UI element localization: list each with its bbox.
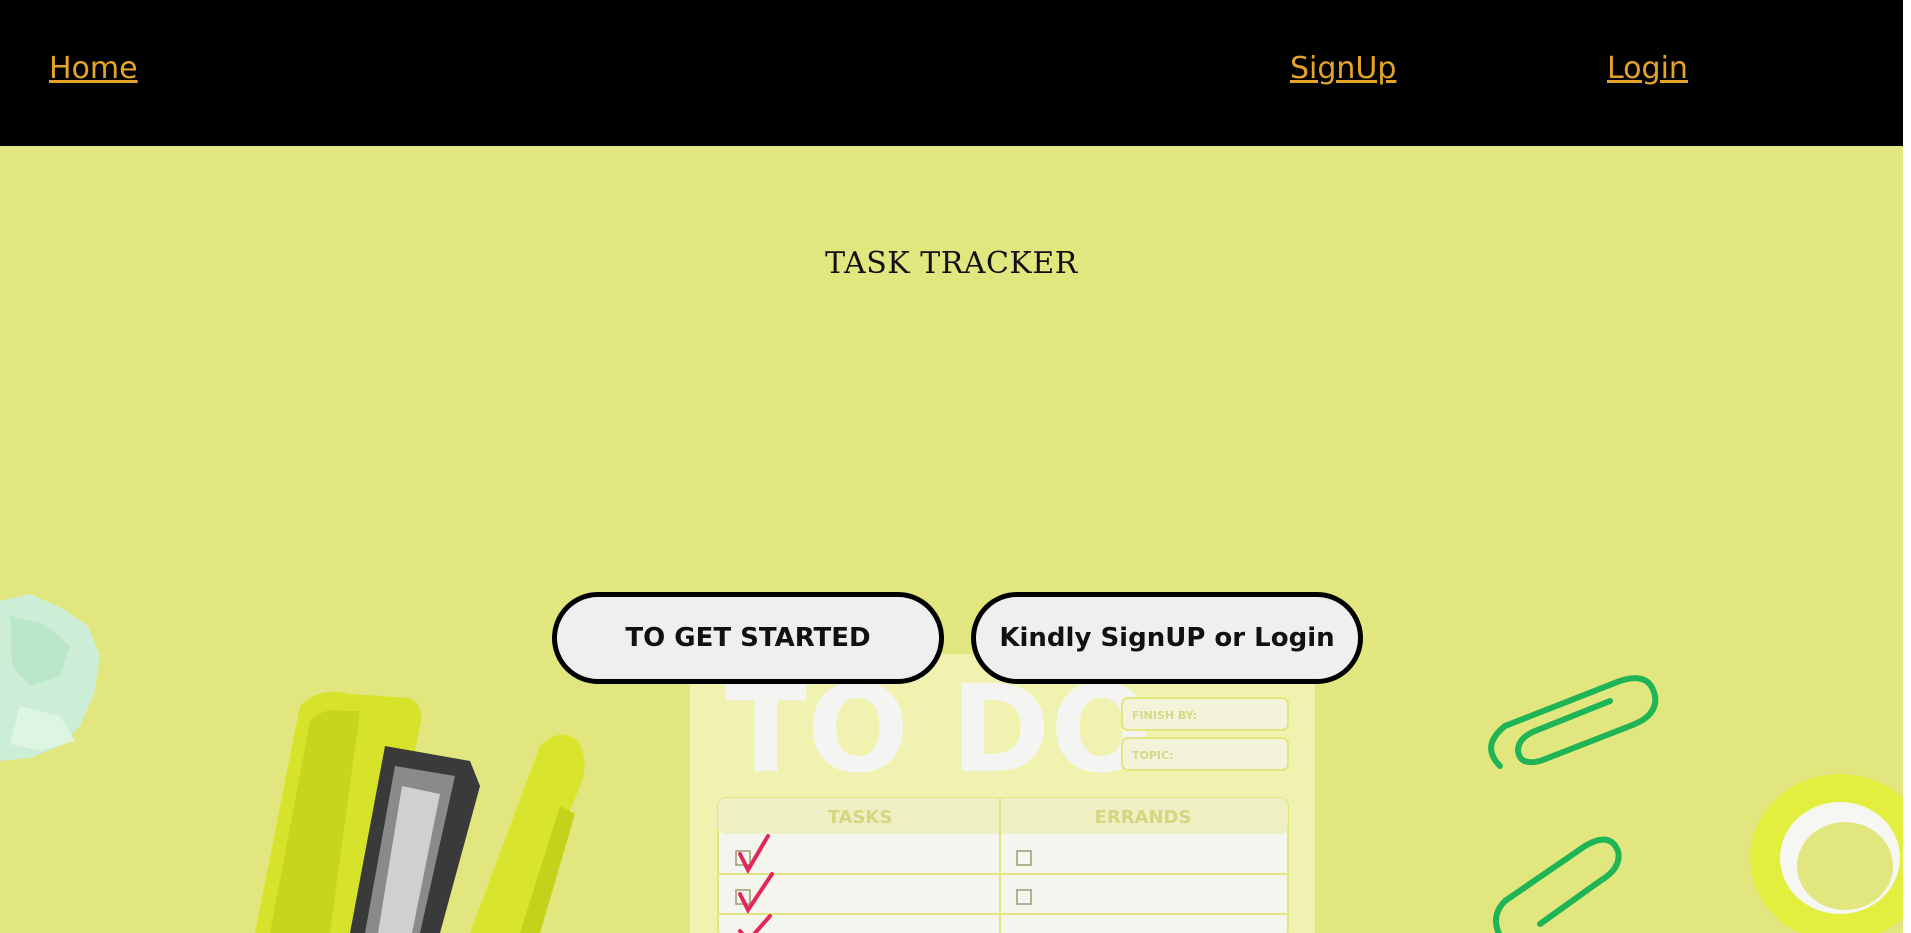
paper-clips-image — [1488, 675, 1659, 933]
todo-notepad-image: TO DO FINISH BY: TOPIC: TASKS ERRANDS — [690, 654, 1315, 933]
notepad-finish-by-label: FINISH BY: — [1132, 709, 1197, 722]
notepad-errands-header: ERRANDS — [1095, 807, 1192, 828]
notepad-tasks-header: TASKS — [828, 807, 893, 828]
navbar: Home SignUp Login — [0, 0, 1903, 146]
page: Home SignUp Login TO DO FINISH BY: TOPIC… — [0, 0, 1911, 933]
notepad-topic-label: TOPIC: — [1132, 749, 1173, 762]
nav-home-link[interactable]: Home — [49, 51, 138, 86]
nav-login-link[interactable]: Login — [1607, 51, 1688, 86]
crumpled-paper-image — [0, 594, 100, 761]
nav-signup-link[interactable]: SignUp — [1290, 51, 1396, 86]
scrollbar[interactable] — [1903, 0, 1911, 933]
get-started-button[interactable]: TO GET STARTED — [552, 592, 944, 684]
signup-or-login-button[interactable]: Kindly SignUP or Login — [971, 592, 1363, 684]
stapler-image — [255, 691, 585, 933]
hero-section: TO DO FINISH BY: TOPIC: TASKS ERRANDS TA… — [0, 146, 1903, 933]
hero-background-image: TO DO FINISH BY: TOPIC: TASKS ERRANDS — [0, 594, 1903, 933]
tape-roll-image — [1750, 774, 1903, 933]
